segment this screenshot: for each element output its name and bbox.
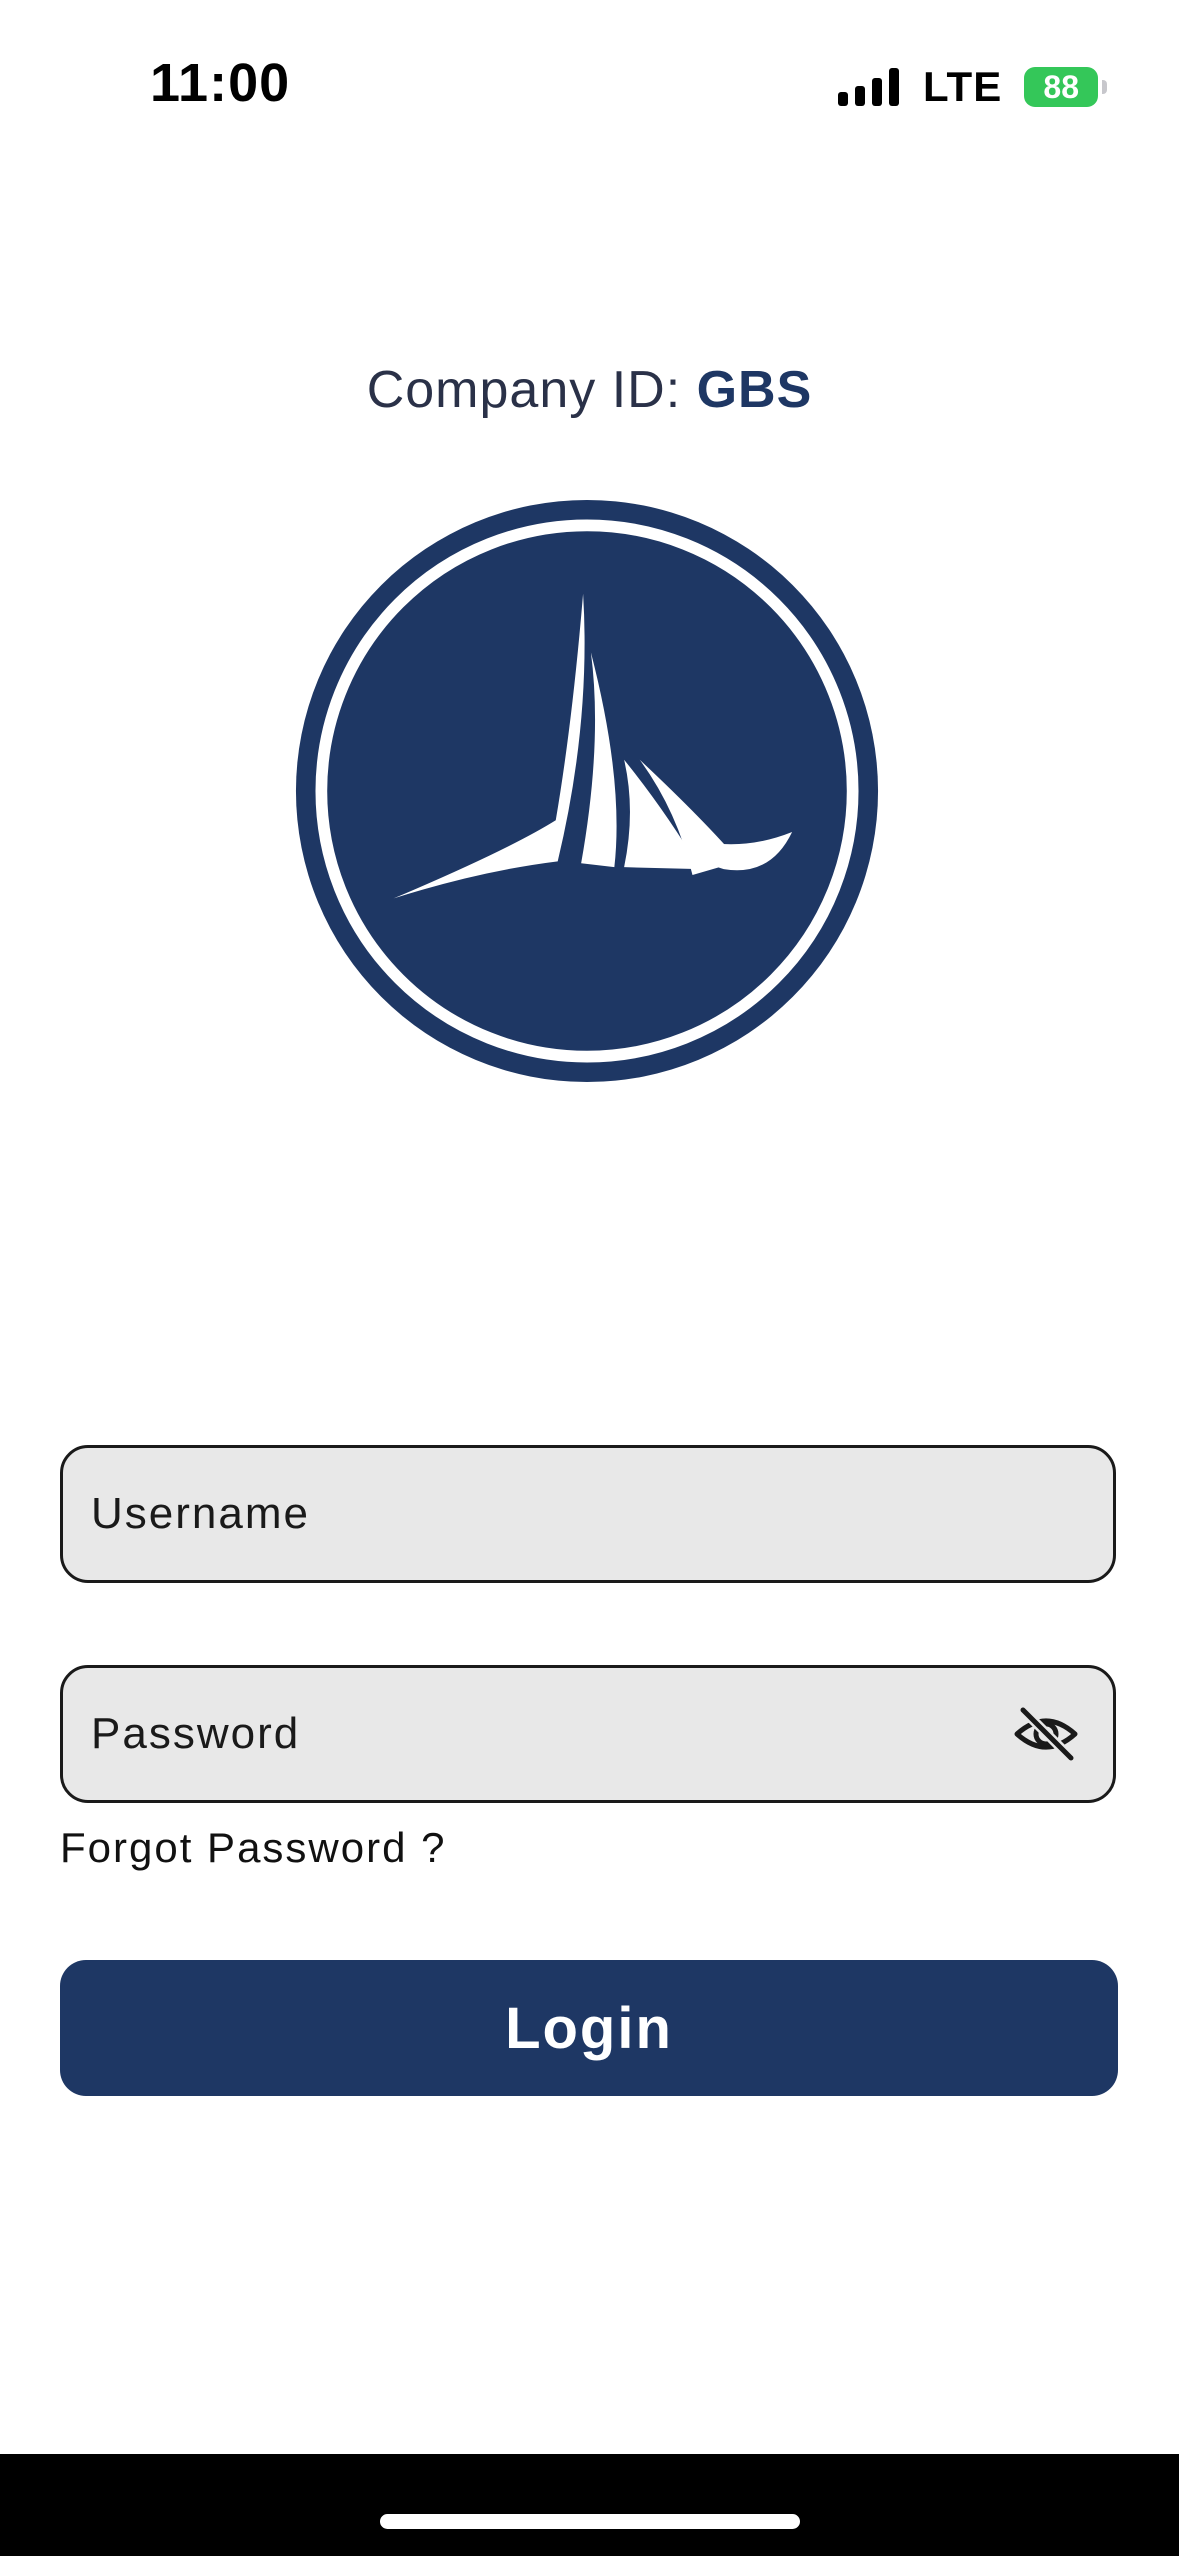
eye-slash-icon[interactable]	[1013, 1706, 1079, 1762]
battery-level: 88	[1043, 68, 1080, 105]
signal-strength-icon	[838, 68, 899, 106]
password-input[interactable]	[91, 1668, 991, 1800]
bottom-bar	[0, 2454, 1179, 2556]
sailboat-logo	[295, 499, 879, 1083]
network-type: LTE	[923, 63, 1003, 110]
status-indicators: LTE 88	[838, 63, 1108, 110]
company-id-line: Company ID: GBS	[0, 360, 1179, 420]
status-bar: 11:00 LTE 88	[0, 0, 1179, 180]
status-time: 11:00	[150, 53, 291, 113]
password-field-container	[60, 1665, 1116, 1803]
login-button[interactable]: Login	[60, 1960, 1118, 2096]
battery-icon: 88	[1024, 67, 1108, 107]
home-indicator[interactable]	[380, 2514, 800, 2529]
forgot-password-link[interactable]: Forgot Password ?	[60, 1824, 447, 1872]
username-input[interactable]	[91, 1448, 991, 1580]
username-field-container	[60, 1445, 1116, 1583]
company-id-value: GBS	[696, 361, 813, 419]
company-id-label: Company ID:	[366, 361, 697, 419]
